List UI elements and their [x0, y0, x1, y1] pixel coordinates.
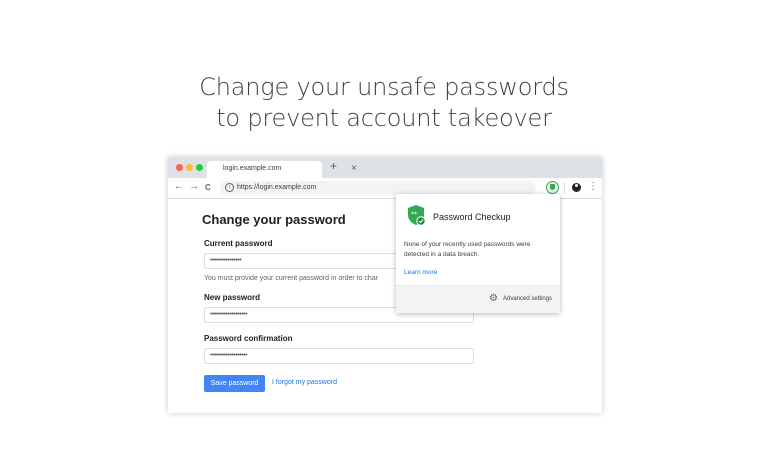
headline-line-2: to prevent account takeover — [216, 104, 552, 132]
new-tab-icon[interactable]: + — [330, 160, 337, 172]
popup-title: Password Checkup — [433, 212, 511, 222]
password-checkup-shield-icon: ** — [408, 205, 426, 226]
address-url: https://login.example.com — [237, 184, 317, 191]
advanced-settings-link[interactable]: Advanced settings — [503, 296, 552, 302]
svg-text:**: ** — [411, 211, 417, 218]
headline: Change your unsafe passwords to prevent … — [0, 72, 768, 134]
current-password-value: •••••••••••••••• — [210, 257, 242, 264]
new-password-value: ••••••••••••••••••• — [210, 311, 248, 318]
popup-footer: ⚙ Advanced settings — [396, 285, 560, 313]
password-checkup-popup: ** Password Checkup None of your recentl… — [396, 194, 560, 313]
new-password-label: New password — [204, 293, 261, 302]
toolbar-divider — [564, 182, 565, 194]
headline-line-1: Change your unsafe passwords — [199, 73, 569, 101]
info-icon[interactable]: i — [225, 183, 234, 192]
learn-more-link[interactable]: Learn more — [404, 269, 437, 276]
back-icon[interactable]: ← — [174, 181, 184, 193]
reload-icon[interactable]: C — [205, 182, 211, 194]
address-bar[interactable]: i https://login.example.com — [220, 181, 536, 195]
menu-icon[interactable]: ⋮ — [588, 181, 598, 193]
profile-icon[interactable] — [572, 183, 581, 192]
password-confirmation-value: ••••••••••••••••••• — [210, 352, 248, 359]
forgot-password-link[interactable]: I forgot my password — [272, 379, 337, 386]
browser-tab[interactable]: login.example.com × — [207, 161, 357, 178]
window-minimize-button[interactable] — [186, 164, 193, 171]
window-close-button[interactable] — [176, 164, 183, 171]
tab-strip: login.example.com × + — [168, 157, 602, 178]
popup-message: None of your recently used passwords wer… — [404, 241, 531, 258]
save-password-button[interactable]: Save password — [204, 375, 265, 392]
window-zoom-button[interactable] — [196, 164, 203, 171]
password-confirmation-label: Password confirmation — [204, 334, 293, 343]
tab-close-icon[interactable]: × — [351, 164, 357, 174]
page-title: Change your password — [202, 212, 346, 227]
forward-icon[interactable]: → — [189, 181, 199, 193]
current-password-hint: You must provide your current password i… — [204, 275, 379, 282]
password-checkup-extension-icon[interactable] — [546, 181, 559, 194]
current-password-label: Current password — [204, 239, 273, 248]
tab-title: login.example.com — [223, 165, 282, 172]
gear-icon[interactable]: ⚙ — [489, 294, 498, 304]
password-confirmation-field[interactable]: ••••••••••••••••••• — [204, 348, 474, 364]
